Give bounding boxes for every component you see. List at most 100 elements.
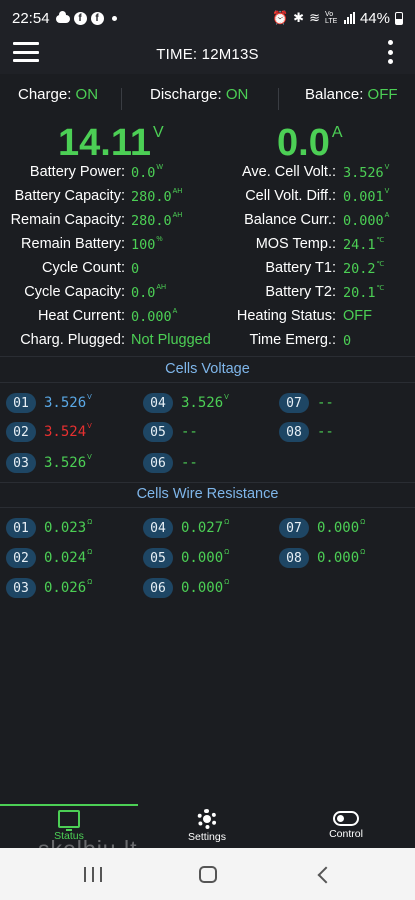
discharge-value: ON [225,86,249,103]
system-status-bar: 22:54 f f ⏰ ✱ ≋ Vo LTE 44% [0,0,415,36]
cell-resistance-item: 08 0.000Ω [279,547,365,569]
tab-control[interactable]: Control [277,806,415,848]
cell-voltage-value: -- [317,424,334,440]
cell-id-badge: 08 [279,548,309,568]
cell-id-badge: 02 [6,422,36,442]
monitor-icon [58,810,80,831]
total-voltage-value: 14.11 [58,122,151,164]
cell-volt-diff-label: Cell Volt. Diff.: [245,188,336,204]
cells-voltage-title: Cells Voltage [165,361,250,377]
battery-percent: 44% [359,9,390,27]
facebook-icon-2: f [90,11,104,25]
balance-curr-label: Balance Curr.: [244,212,336,228]
more-notifications-dot-icon [111,15,117,21]
cell-voltage-item: 06 -- [143,452,198,474]
cell-resistance-value: 0.027Ω [181,519,230,536]
total-voltage: 14.11 V [58,122,164,165]
balance-status: Balance: OFF [305,86,398,103]
total-current: 0.0 A [277,122,343,165]
recent-apps-icon[interactable] [84,867,102,882]
balance-curr-value: 0.000A [343,212,390,229]
tab-control-label: Control [329,828,363,840]
cell-voltage-value: -- [181,455,198,471]
heat-current-value: 0.000A [131,308,178,325]
cell-resistance-item: 01 0.023Ω [6,517,92,539]
metric-row: Charg. Plugged: Not Plugged Time Emerg.:… [0,332,415,356]
cell-resistance-value: 0.026Ω [44,579,93,596]
status-panel: Charge: ON Discharge: ON Balance: OFF 14… [0,74,415,804]
cell-voltage-item: 01 3.526V [6,392,92,414]
section-divider [0,382,415,383]
cell-voltage-item: 07 -- [279,392,334,414]
home-icon[interactable] [199,866,217,883]
cells-resistance-title: Cells Wire Resistance [136,486,279,502]
charge-label: Charge: [18,86,72,103]
wifi-icon: ≋ [309,10,320,25]
battery-power-value: 0.0W [131,164,163,181]
cell-resistance-value: 0.000Ω [317,549,366,566]
cell-resistance-item: 07 0.000Ω [279,517,365,539]
cell-id-badge: 01 [6,393,36,413]
notification-icons: f f [55,11,117,25]
menu-icon[interactable] [13,42,39,62]
cell-id-badge: 06 [143,578,173,598]
mos-temp-label: MOS Temp.: [255,236,336,252]
more-options-icon[interactable] [387,40,393,64]
cell-resistance-value: 0.000Ω [181,549,230,566]
cell-voltage-item: 03 3.526V [6,452,92,474]
cell-id-badge: 03 [6,578,36,598]
tab-settings-label: Settings [188,831,226,843]
charger-plugged-value: Not Plugged [131,332,211,348]
cell-resistance-item: 03 0.026Ω [6,577,92,599]
battery-capacity-value: 280.0AH [131,188,183,205]
discharge-label: Discharge: [150,86,222,103]
back-icon[interactable] [317,866,335,884]
metric-row: Remain Battery: 100% MOS Temp.: 24.1℃ [0,236,415,260]
cycle-count-value: 0 [131,261,140,277]
heating-status-value: OFF [343,308,372,324]
cell-voltage-item: 08 -- [279,421,334,443]
metric-row: Battery Power: 0.0W Ave. Cell Volt.: 3.5… [0,164,415,188]
cell-resistance-value: 0.000Ω [317,519,366,536]
battery-power-label: Battery Power: [29,164,125,180]
section-divider [0,482,415,483]
charger-plugged-label: Charg. Plugged: [20,332,125,348]
cell-id-badge: 08 [279,422,309,442]
heating-status-label: Heating Status: [236,308,336,324]
status-right: ⏰ ✱ ≋ Vo LTE 44% [272,10,403,27]
switch-status-row: Charge: ON Discharge: ON Balance: OFF [0,80,415,110]
ave-cell-volt-value: 3.526V [343,164,390,181]
cell-id-badge: 02 [6,548,36,568]
heat-current-label: Heat Current: [37,308,125,324]
total-current-value: 0.0 [277,122,330,164]
network-label: Vo LTE [324,11,338,25]
tab-settings[interactable]: Settings [138,806,276,848]
ave-cell-volt-label: Ave. Cell Volt.: [241,164,336,180]
remain-capacity-label: Remain Capacity: [10,212,125,228]
cell-id-badge: 01 [6,518,36,538]
cell-resistance-value: 0.000Ω [181,579,230,596]
gear-icon [197,809,217,829]
time-emerg-value: 0 [343,333,352,349]
cell-resistance-value: 0.023Ω [44,519,93,536]
battery-t1-value: 20.2℃ [343,261,385,277]
battery-t1-label: Battery T1: [265,260,336,276]
time-emerg-label: Time Emerg.: [249,332,336,348]
cell-id-badge: 04 [143,393,173,413]
metric-row: Remain Capacity: 280.0AH Balance Curr.: … [0,212,415,236]
total-voltage-unit: V [153,124,164,141]
remain-battery-value: 100% [131,236,163,253]
status-time: 22:54 [12,9,50,27]
battery-t2-value: 20.1℃ [343,285,385,301]
facebook-icon: f [73,11,87,25]
cell-resistance-item: 05 0.000Ω [143,547,229,569]
cycle-capacity-value: 0.0AH [131,284,167,301]
mos-temp-value: 24.1℃ [343,237,385,253]
battery-t2-label: Battery T2: [265,284,336,300]
cycle-count-label: Cycle Count: [41,260,125,276]
cell-voltage-value: 3.526V [44,454,92,471]
cell-id-badge: 05 [143,548,173,568]
system-navigation-bar [0,848,415,900]
cell-id-badge: 03 [6,453,36,473]
cell-voltage-item: 05 -- [143,421,198,443]
